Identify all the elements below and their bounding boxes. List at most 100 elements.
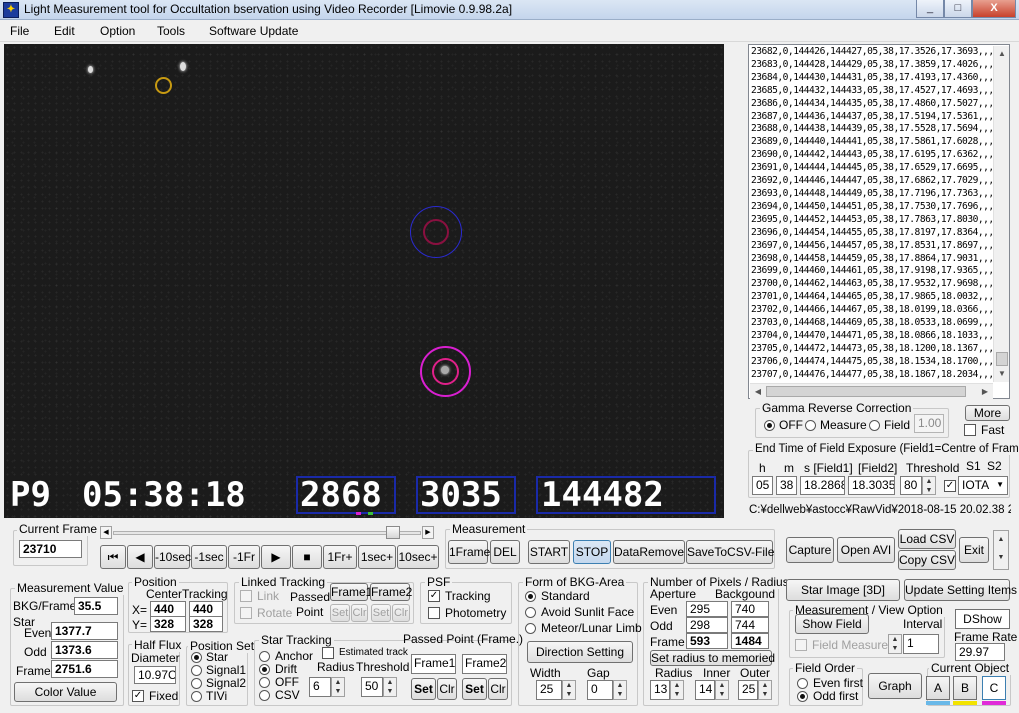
- open-avi-button[interactable]: Open AVI: [837, 537, 895, 563]
- data-remove-button[interactable]: DataRemove: [613, 540, 685, 564]
- y-tracking-value[interactable]: 328: [189, 616, 223, 632]
- estimated-track-checkbox[interactable]: [322, 647, 334, 659]
- slider-left-icon[interactable]: ◀: [100, 526, 112, 539]
- one-frame-button[interactable]: 1Frame: [448, 540, 490, 564]
- dshow-button[interactable]: DShow: [955, 609, 1010, 629]
- tracking-csv-radio[interactable]: [259, 690, 270, 701]
- tracking-threshold-spinner[interactable]: ▲ ▼: [383, 677, 397, 697]
- passed-frame1-input[interactable]: Frame1: [411, 654, 456, 674]
- data-row[interactable]: 23703,0,144468,144469,05,38,18.0533,18.0…: [751, 317, 993, 330]
- update-settings-button[interactable]: Update Setting Items: [904, 579, 1017, 601]
- frame-rate-input[interactable]: 29.97: [955, 643, 1005, 661]
- half-flux-value[interactable]: 10.97C: [134, 666, 176, 684]
- linked-clr1-button[interactable]: Clr: [351, 604, 368, 622]
- data-row[interactable]: 23688,0,144438,144439,05,38,17.5528,17.5…: [751, 123, 993, 136]
- play-button[interactable]: ▶: [261, 545, 291, 569]
- slider-right-icon[interactable]: ▶: [422, 526, 434, 539]
- bkg-gap-spinner[interactable]: ▲ ▼: [613, 680, 627, 700]
- link-checkbox[interactable]: [240, 590, 252, 602]
- data-row[interactable]: 23684,0,144430,144431,05,38,17.4193,17.4…: [751, 72, 993, 85]
- menu-edit[interactable]: Edit: [54, 24, 75, 38]
- threshold-spinner[interactable]: ▲ ▼: [922, 476, 936, 495]
- psf-tracking-checkbox[interactable]: ✓: [428, 590, 440, 602]
- close-button[interactable]: X: [972, 0, 1016, 18]
- stop-playback-button[interactable]: ■: [292, 545, 322, 569]
- inner-radius-spinner[interactable]: ▲ ▼: [715, 680, 729, 700]
- passed-clr1-button[interactable]: Clr: [437, 678, 457, 700]
- back-10sec-button[interactable]: -10sec: [154, 545, 191, 569]
- x-center-value[interactable]: 440: [150, 601, 186, 617]
- scroll-right-icon[interactable]: ▶: [977, 384, 993, 400]
- data-row[interactable]: 23689,0,144440,144441,05,38,17.5861,17.6…: [751, 136, 993, 149]
- data-row[interactable]: 23705,0,144472,144473,05,38,18.1200,18.1…: [751, 343, 993, 356]
- field1-seconds-input[interactable]: 18.2868: [800, 476, 845, 495]
- bkg-gap-input[interactable]: 0: [587, 680, 613, 700]
- tracking-anchor-radio[interactable]: [259, 651, 270, 662]
- inner-radius-input[interactable]: 14: [695, 680, 715, 700]
- save-to-csv-button[interactable]: SaveToCSV-File: [686, 540, 774, 564]
- fixed-checkbox[interactable]: ✓: [132, 690, 144, 702]
- scroll-thumb[interactable]: [766, 386, 966, 397]
- color-value-button[interactable]: Color Value: [14, 682, 117, 702]
- copy-csv-button[interactable]: Copy CSV: [898, 550, 956, 570]
- data-row[interactable]: 23685,0,144432,144433,05,38,17.4527,17.4…: [751, 85, 993, 98]
- data-row[interactable]: 23707,0,144476,144477,05,38,18.1867,18.2…: [751, 369, 993, 382]
- panel-spinner[interactable]: ▲ ▼: [993, 530, 1009, 570]
- tracking-radius-spinner[interactable]: ▲ ▼: [331, 677, 345, 697]
- fast-checkbox[interactable]: [964, 424, 976, 436]
- forward-1frame-button[interactable]: 1Fr+: [323, 545, 357, 569]
- scroll-thumb[interactable]: [996, 352, 1008, 366]
- time-source-select[interactable]: IOTA ▼: [958, 476, 1008, 495]
- rotate-checkbox[interactable]: [240, 607, 252, 619]
- back-1frame-button[interactable]: -1Fr: [228, 545, 260, 569]
- passed-set2-button[interactable]: Set: [462, 678, 487, 700]
- minimize-button[interactable]: _: [916, 0, 944, 18]
- object-a-button[interactable]: A: [926, 676, 950, 700]
- bkg-width-spinner[interactable]: ▲ ▼: [562, 680, 576, 700]
- data-row[interactable]: 23706,0,144474,144475,05,38,18.1534,18.1…: [751, 356, 993, 369]
- horizontal-scrollbar[interactable]: ◀ ▶: [750, 383, 993, 399]
- frame-slider[interactable]: ◀ ▶: [100, 526, 435, 540]
- data-row[interactable]: 23699,0,144460,144461,05,38,17.9198,17.9…: [751, 265, 993, 278]
- data-row[interactable]: 23694,0,144450,144451,05,38,17.7530,17.7…: [751, 201, 993, 214]
- interval-spinner[interactable]: ▲ ▼: [888, 634, 902, 654]
- more-button[interactable]: More: [965, 405, 1010, 421]
- data-row[interactable]: 23695,0,144452,144453,05,38,17.7863,17.8…: [751, 214, 993, 227]
- outer-radius-input[interactable]: 25: [738, 680, 758, 700]
- position-tivi-radio[interactable]: [191, 691, 202, 702]
- even-first-radio[interactable]: [797, 678, 808, 689]
- video-frame[interactable]: P9 05:38:18 2868 3035 144482: [4, 44, 724, 518]
- aperture-radius-spinner[interactable]: ▲ ▼: [670, 680, 684, 700]
- hour-input[interactable]: 05: [752, 476, 773, 495]
- position-signal2-radio[interactable]: [191, 678, 202, 689]
- slider-thumb[interactable]: [386, 526, 400, 539]
- outer-radius-spinner[interactable]: ▲ ▼: [758, 680, 772, 700]
- start-button[interactable]: START: [528, 540, 570, 564]
- bkg-sunlit-radio[interactable]: [525, 607, 536, 618]
- gamma-off-radio[interactable]: [764, 420, 775, 431]
- odd-first-radio[interactable]: [797, 691, 808, 702]
- data-row[interactable]: 23687,0,144436,144437,05,38,17.5194,17.5…: [751, 111, 993, 124]
- maximize-button[interactable]: □: [944, 0, 972, 18]
- bkg-standard-radio[interactable]: [525, 591, 536, 602]
- time-checkbox[interactable]: ✓: [944, 480, 956, 492]
- menu-file[interactable]: File: [10, 24, 29, 38]
- current-frame-input[interactable]: 23710: [19, 540, 82, 558]
- scroll-up-icon[interactable]: ▲: [994, 46, 1010, 62]
- show-field-button[interactable]: Show Field: [795, 614, 869, 634]
- direction-setting-button[interactable]: Direction Setting: [527, 641, 633, 663]
- data-row[interactable]: 23683,0,144428,144429,05,38,17.3859,17.4…: [751, 59, 993, 72]
- menu-option[interactable]: Option: [100, 24, 135, 38]
- data-row[interactable]: 23686,0,144434,144435,05,38,17.4860,17.5…: [751, 98, 993, 111]
- y-center-value[interactable]: 328: [150, 616, 186, 632]
- gamma-measure-radio[interactable]: [805, 420, 816, 431]
- data-row[interactable]: 23698,0,144458,144459,05,38,17.8864,17.9…: [751, 253, 993, 266]
- field2-seconds-input[interactable]: 18.3035: [848, 476, 895, 495]
- load-csv-button[interactable]: Load CSV: [898, 529, 956, 549]
- linked-set2-button[interactable]: Set: [371, 604, 391, 622]
- star-image-3d-button[interactable]: Star Image [3D]: [786, 579, 900, 601]
- object-c-button[interactable]: C: [982, 676, 1006, 700]
- tracking-radius-input[interactable]: 6: [309, 677, 331, 697]
- data-list[interactable]: 23682,0,144426,144427,05,38,17.3526,17.3…: [748, 44, 1010, 399]
- passed-set1-button[interactable]: Set: [411, 678, 436, 700]
